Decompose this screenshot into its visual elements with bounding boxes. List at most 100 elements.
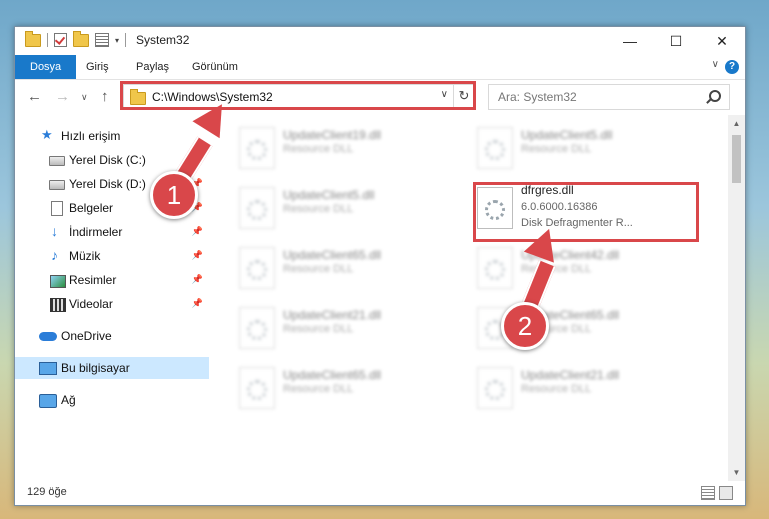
file-name: UpdateClient65.dll	[283, 368, 382, 382]
dll-file-icon	[239, 127, 275, 169]
file-list: UpdateClient19.dll Resource DLL UpdateCl…	[209, 115, 727, 481]
file-name: UpdateClient21.dll	[283, 308, 382, 322]
file-type: Resource DLL	[521, 383, 592, 395]
sidebar-item-label: Belgeler	[69, 201, 114, 215]
large-icons-view-icon[interactable]	[719, 486, 733, 500]
navigation-bar: ← → ∨ ↑ C:\Windows\System32 ∨ ↻ Ara: Sys…	[15, 80, 745, 114]
scrollbar-thumb[interactable]	[732, 135, 741, 183]
customize-chevron-icon[interactable]: ▾	[115, 36, 119, 45]
dll-file-icon	[239, 307, 275, 349]
search-icon[interactable]	[709, 90, 721, 102]
scroll-up-arrow-icon[interactable]: ▲	[728, 115, 745, 132]
tab-file[interactable]: Dosya	[15, 55, 77, 79]
tab-share[interactable]: Paylaş	[125, 55, 180, 79]
vertical-scrollbar[interactable]: ▲ ▼	[728, 115, 745, 481]
annotation-badge-1: 1	[150, 171, 198, 219]
dll-file-icon	[239, 367, 275, 409]
quick-access-toolbar: ▾ System32	[25, 30, 190, 47]
toolbar-divider	[47, 33, 48, 47]
pictures-icon	[50, 275, 66, 288]
file-item[interactable]: UpdateClient65.dll Resource DLL	[225, 359, 445, 415]
star-icon: ★	[41, 127, 53, 142]
expand-ribbon-chevron-icon[interactable]: ∨	[712, 59, 719, 70]
file-item[interactable]: UpdateClient65.dll Resource DLL	[225, 239, 445, 295]
sidebar-item-label: Ağ	[61, 393, 76, 407]
file-name: UpdateClient5.dll	[283, 188, 375, 202]
sidebar-item-pictures[interactable]: Resimler 📌	[15, 269, 209, 291]
status-bar: 129 öğe	[15, 481, 745, 505]
file-type: Resource DLL	[521, 143, 592, 155]
close-button[interactable]: ✕	[699, 27, 745, 55]
search-box[interactable]: Ara: System32	[488, 84, 730, 110]
recent-locations-chevron-icon[interactable]: ∨	[81, 92, 88, 103]
file-item[interactable]: UpdateClient21.dll Resource DLL	[463, 359, 683, 415]
title-bar: ▾ System32 — ☐ ✕	[15, 27, 745, 55]
up-arrow-icon[interactable]: ↑	[101, 88, 109, 105]
file-item[interactable]: UpdateClient21.dll Resource DLL	[225, 299, 445, 355]
file-item[interactable]: UpdateClient5.dll Resource DLL	[463, 119, 683, 175]
computer-icon	[39, 362, 57, 375]
sidebar-item-label: Hızlı erişim	[61, 129, 121, 143]
pin-icon[interactable]: 📌	[192, 274, 203, 285]
details-view-icon[interactable]	[701, 486, 715, 500]
file-type: Resource DLL	[283, 203, 354, 215]
window-title: System32	[136, 33, 190, 47]
sidebar-item-label: İndirmeler	[69, 225, 123, 239]
pin-icon[interactable]: 📌	[192, 226, 203, 237]
scroll-down-arrow-icon[interactable]: ▼	[728, 464, 745, 481]
disk-icon	[49, 180, 65, 190]
minimize-button[interactable]: —	[607, 27, 653, 55]
search-input[interactable]: Ara: System32	[498, 90, 577, 104]
sidebar-item-onedrive[interactable]: OneDrive	[15, 325, 209, 347]
sidebar-item-this-pc[interactable]: Bu bilgisayar	[15, 357, 209, 379]
sidebar-item-downloads[interactable]: ↓ İndirmeler 📌	[15, 221, 209, 243]
sidebar-item-music[interactable]: ♪ Müzik 📌	[15, 245, 209, 267]
pin-icon[interactable]: 📌	[192, 250, 203, 261]
dll-file-icon	[477, 247, 513, 289]
back-arrow-icon[interactable]: ←	[27, 88, 42, 105]
tab-home[interactable]: Giriş	[75, 55, 120, 79]
file-type: Resource DLL	[283, 323, 354, 335]
help-icon[interactable]: ?	[725, 60, 739, 74]
dll-file-icon	[239, 247, 275, 289]
videos-icon	[50, 298, 66, 312]
file-type: Resource DLL	[283, 143, 354, 155]
sidebar-item-label: Resimler	[69, 273, 117, 287]
sidebar-item-network[interactable]: Ağ	[15, 389, 209, 411]
file-name: UpdateClient5.dll	[521, 128, 613, 142]
disk-icon	[49, 156, 65, 166]
tab-view[interactable]: Görünüm	[181, 55, 249, 79]
file-name: UpdateClient65.dll	[283, 248, 382, 262]
dll-file-icon	[477, 367, 513, 409]
sidebar-item-videos[interactable]: Videolar 📌	[15, 293, 209, 315]
file-item[interactable]: UpdateClient19.dll Resource DLL	[225, 119, 445, 175]
dll-file-icon	[239, 187, 275, 229]
forward-arrow-icon[interactable]: →	[55, 88, 70, 105]
sidebar-item-label: Bu bilgisayar	[61, 361, 130, 375]
maximize-button[interactable]: ☐	[653, 27, 699, 55]
properties-check-icon[interactable]	[54, 33, 67, 47]
network-icon	[39, 394, 57, 408]
download-icon: ↓	[51, 223, 58, 239]
file-name: UpdateClient19.dll	[283, 128, 382, 142]
window-controls: — ☐ ✕	[607, 27, 745, 55]
item-count: 129 öğe	[27, 486, 67, 498]
file-item[interactable]: UpdateClient42.dll Resource DLL	[463, 239, 683, 295]
file-item[interactable]: UpdateClient5.dll Resource DLL	[225, 179, 445, 235]
sidebar-item-quick-access[interactable]: ★ Hızlı erişim	[15, 125, 209, 147]
sidebar-item-label: OneDrive	[61, 329, 112, 343]
sidebar-item-label: Videolar	[69, 297, 113, 311]
annotation-badge-2: 2	[501, 302, 549, 350]
pin-icon[interactable]: 📌	[192, 298, 203, 309]
view-options-icon[interactable]	[95, 33, 109, 47]
music-icon: ♪	[51, 247, 58, 263]
new-folder-icon[interactable]	[73, 30, 89, 47]
ribbon-tabs: Dosya Giriş Paylaş Görünüm ∨ ?	[15, 55, 745, 80]
address-highlight-box	[120, 81, 476, 110]
file-type: Resource DLL	[283, 263, 354, 275]
cloud-icon	[39, 332, 57, 341]
dll-file-icon	[477, 127, 513, 169]
folder-icon	[25, 30, 41, 47]
toolbar-divider	[125, 33, 127, 47]
file-item[interactable]: UpdateClient65.dll Resource DLL	[463, 299, 683, 355]
